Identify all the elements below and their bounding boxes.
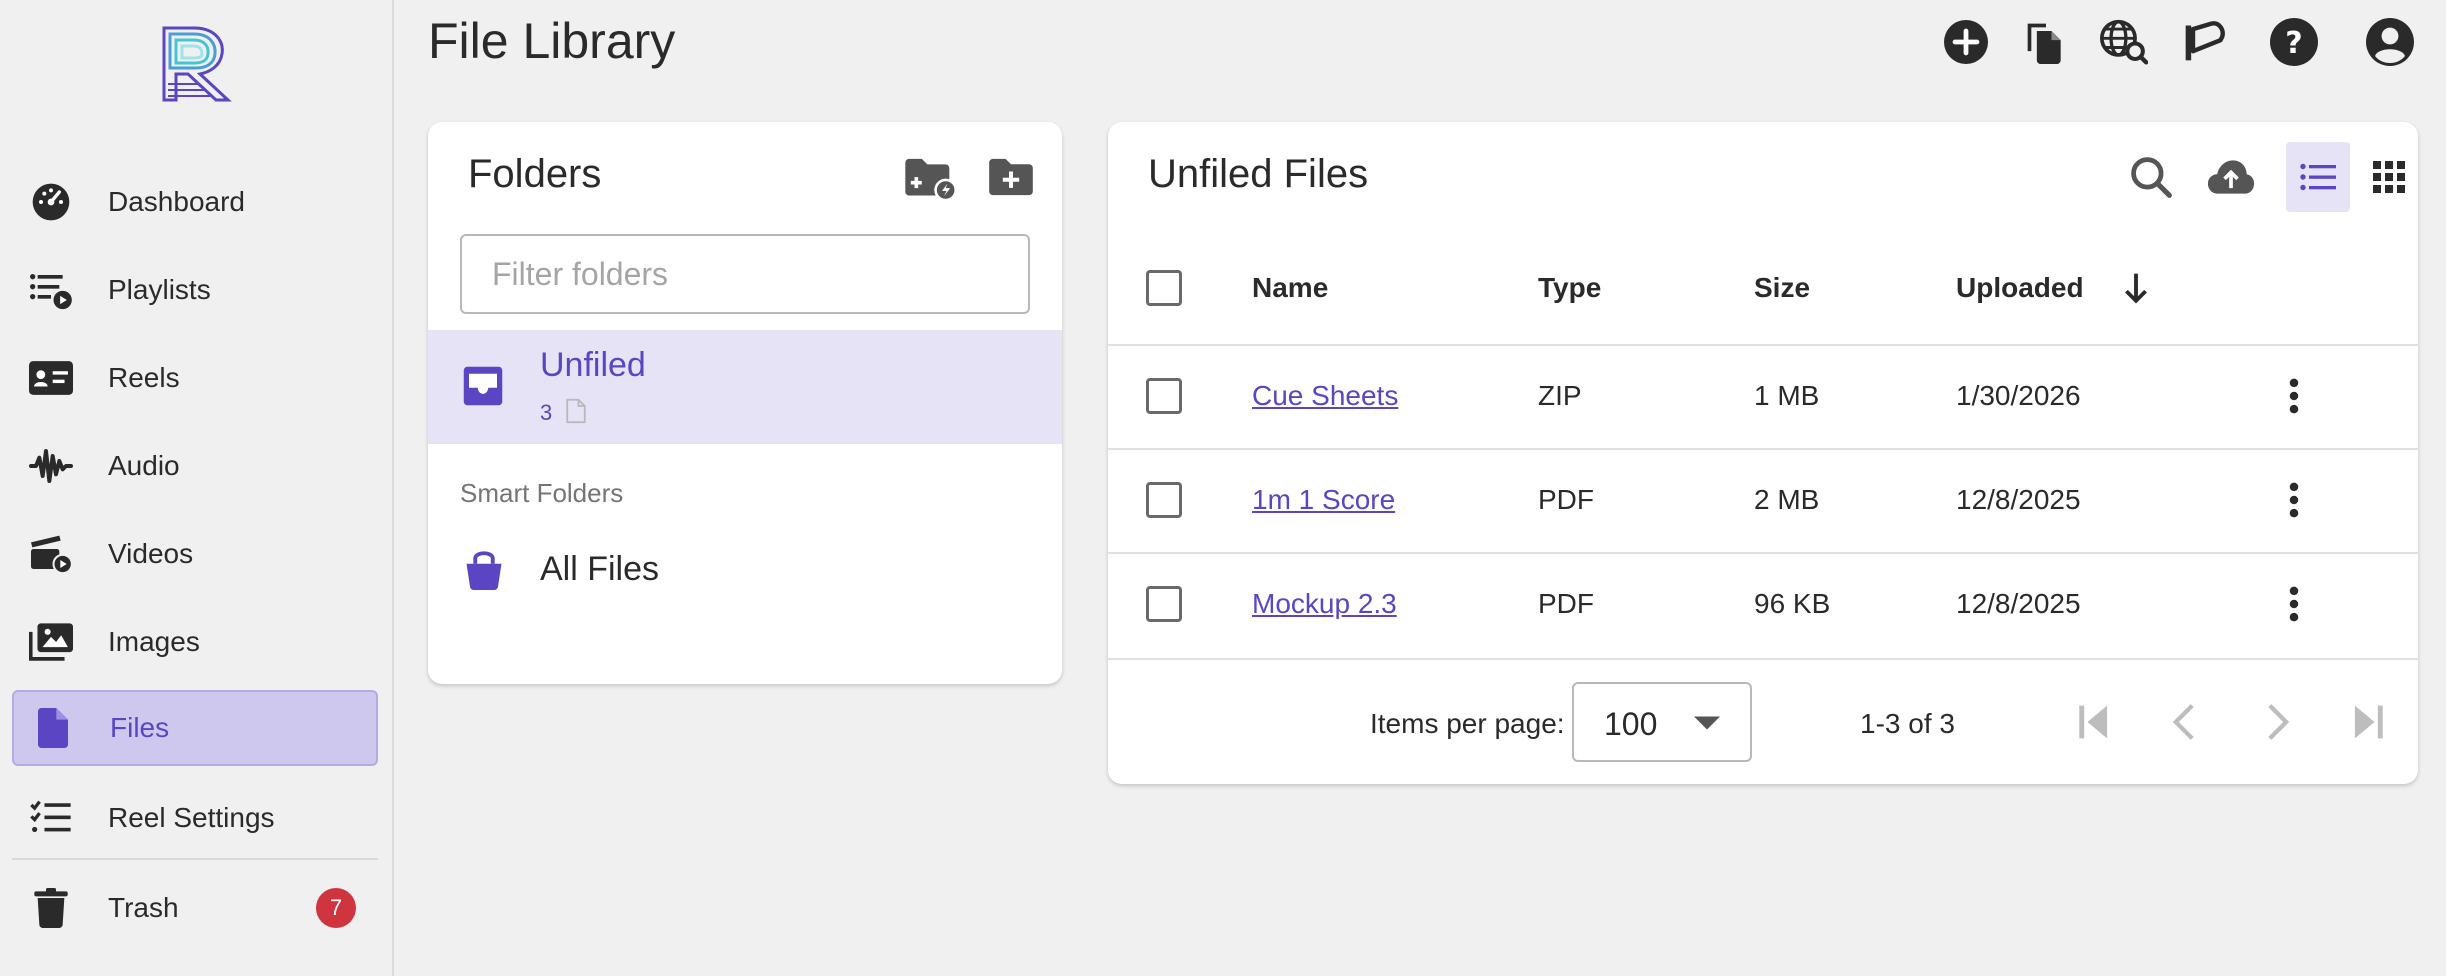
new-folder-icon[interactable] — [984, 150, 1038, 204]
row-checkbox[interactable] — [1146, 378, 1182, 414]
folders-title: Folders — [468, 152, 602, 196]
sidebar-item-trash[interactable]: Trash 7 — [12, 870, 378, 946]
sort-descending-icon[interactable] — [2122, 272, 2150, 304]
more-vert-icon[interactable] — [2274, 376, 2314, 416]
next-page-icon[interactable] — [2254, 698, 2302, 746]
sidebar-item-label: Playlists — [108, 274, 211, 305]
account-icon[interactable] — [2366, 18, 2414, 66]
folder-row-unfiled[interactable]: Unfiled 3 — [428, 330, 1062, 444]
page-range: 1-3 of 3 — [1860, 708, 1955, 739]
column-header-name[interactable]: Name — [1252, 272, 1328, 304]
column-header-type[interactable]: Type — [1538, 272, 1601, 304]
page-title: File Library — [428, 13, 676, 69]
file-name-link[interactable]: Mockup 2.3 — [1252, 588, 1397, 620]
images-icon — [28, 619, 74, 665]
last-page-icon[interactable] — [2344, 698, 2392, 746]
first-page-icon[interactable] — [2070, 698, 2118, 746]
sidebar-item-reels[interactable]: Reels — [12, 340, 378, 416]
previous-page-icon[interactable] — [2160, 698, 2208, 746]
row-divider — [1108, 448, 2418, 450]
file-type: ZIP — [1538, 380, 1582, 411]
sidebar-item-label: Reels — [108, 362, 180, 393]
copy-files-icon[interactable] — [2022, 18, 2070, 66]
sidebar-divider — [12, 858, 378, 860]
sidebar-item-label: Videos — [108, 538, 194, 569]
items-per-page-select[interactable]: 100 — [1572, 682, 1752, 762]
file-uploaded: 12/8/2025 — [1956, 484, 2081, 515]
help-icon[interactable]: ? — [2270, 18, 2318, 66]
basket-icon — [466, 548, 502, 590]
trash-icon — [28, 885, 74, 931]
file-name-link[interactable]: Cue Sheets — [1252, 380, 1398, 412]
row-checkbox[interactable] — [1146, 586, 1182, 622]
row-divider — [1108, 552, 2418, 554]
file-uploaded: 12/8/2025 — [1956, 588, 2081, 619]
smart-folders-heading: Smart Folders — [460, 478, 624, 508]
globe-search-icon[interactable] — [2100, 18, 2148, 66]
id-card-icon — [28, 355, 74, 401]
cloud-upload-icon[interactable] — [2204, 150, 2258, 204]
column-header-uploaded[interactable]: Uploaded — [1956, 272, 2084, 304]
files-panel: Unfiled Files Name Type Size Uploaded Cu… — [1108, 122, 2418, 784]
items-per-page-value: 100 — [1604, 706, 1658, 742]
items-per-page-label: Items per page: — [1370, 708, 1565, 739]
sidebar-item-label: Audio — [108, 450, 180, 481]
file-size: 2 MB — [1754, 484, 1820, 515]
video-play-icon — [28, 531, 74, 577]
column-header-size[interactable]: Size — [1754, 272, 1810, 304]
grid-view-icon[interactable] — [2362, 150, 2416, 204]
folder-row-all-files[interactable]: All Files — [428, 534, 1062, 606]
app-logo[interactable] — [158, 24, 232, 104]
file-icon — [30, 705, 76, 751]
audio-waveform-icon — [28, 443, 74, 489]
folder-name: All Files — [540, 550, 660, 588]
folders-panel: Folders Unfiled 3 Smart Folders All File… — [428, 122, 1062, 684]
folder-name: Unfiled — [540, 346, 646, 384]
file-type: PDF — [1538, 588, 1594, 619]
sidebar-item-files[interactable]: Files — [12, 690, 378, 766]
sidebar-item-label: Trash — [108, 892, 179, 923]
row-divider — [1108, 658, 2418, 660]
sidebar: Dashboard Playlists Reels Audio Videos I… — [0, 0, 394, 976]
list-view-icon — [2300, 162, 2336, 192]
checklist-icon — [28, 795, 74, 841]
more-vert-icon[interactable] — [2274, 480, 2314, 520]
list-view-toggle[interactable] — [2286, 142, 2350, 212]
sidebar-item-images[interactable]: Images — [12, 604, 378, 680]
file-size: 1 MB — [1754, 380, 1820, 411]
sidebar-item-label: Images — [108, 626, 200, 657]
filter-folders-input[interactable] — [460, 234, 1030, 314]
sidebar-item-audio[interactable]: Audio — [12, 428, 378, 504]
file-size: 96 KB — [1754, 588, 1831, 619]
trash-count-badge: 7 — [316, 888, 356, 928]
dropdown-arrow-icon — [1694, 716, 1720, 730]
row-divider — [1108, 344, 2418, 346]
sidebar-item-playlists[interactable]: Playlists — [12, 252, 378, 328]
svg-text:?: ? — [2285, 26, 2302, 61]
file-name-link[interactable]: 1m 1 Score — [1252, 484, 1395, 516]
file-type: PDF — [1538, 484, 1594, 515]
select-all-checkbox[interactable] — [1146, 270, 1182, 306]
folder-file-count: 3 — [540, 400, 553, 425]
inbox-icon — [462, 366, 504, 406]
sidebar-item-reel-settings[interactable]: Reel Settings — [12, 780, 378, 856]
sidebar-item-dashboard[interactable]: Dashboard — [12, 164, 378, 240]
file-outline-icon — [566, 398, 586, 424]
file-uploaded: 1/30/2026 — [1956, 380, 2081, 411]
files-title: Unfiled Files — [1148, 152, 1369, 196]
sidebar-item-label: Reel Settings — [108, 802, 275, 833]
sidebar-item-videos[interactable]: Videos — [12, 516, 378, 592]
more-vert-icon[interactable] — [2274, 584, 2314, 624]
new-smart-folder-icon[interactable] — [904, 152, 958, 206]
megaphone-icon[interactable] — [2180, 18, 2228, 66]
dashboard-gauge-icon — [28, 179, 74, 225]
search-icon[interactable] — [2124, 150, 2178, 204]
sidebar-item-label: Files — [110, 712, 170, 743]
row-checkbox[interactable] — [1146, 482, 1182, 518]
playlist-play-icon — [28, 267, 74, 313]
add-circle-icon[interactable] — [1942, 18, 1990, 66]
sidebar-item-label: Dashboard — [108, 186, 245, 217]
